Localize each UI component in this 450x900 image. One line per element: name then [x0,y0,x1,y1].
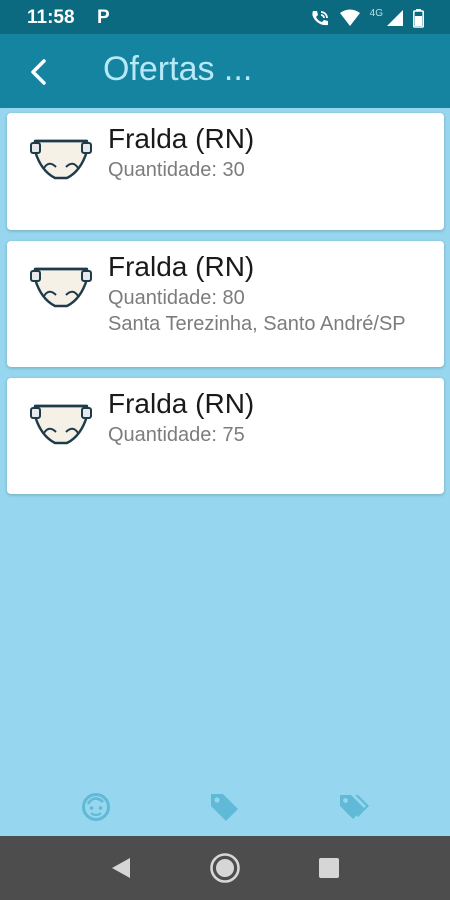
tag-icon [211,794,238,821]
system-home-button[interactable] [209,852,241,889]
status-bar: 11:58 P 4G [0,0,450,34]
offer-title: Fralda (RN) [108,251,255,282]
status-time: 11:58 [27,7,75,28]
app-bar: Ofertas ... [0,34,450,108]
offer-quantity: Quantidade: 30 [108,159,245,181]
offer-card[interactable]: Fralda (RN) Quantidade: 30 [7,113,444,230]
offer-card[interactable]: Fralda (RN) Quantidade: 75 [7,378,444,494]
bottom-navigation [0,780,450,834]
nav-offers-button[interactable] [207,790,241,824]
wifi-calling-icon [311,11,328,26]
diaper-icon [30,404,92,445]
back-arrow-icon [31,59,46,85]
tags-icon [340,795,369,819]
back-button[interactable] [22,54,58,90]
wifi-icon [339,9,360,26]
offer-title: Fralda (RN) [108,388,255,419]
offer-card[interactable]: Fralda (RN) Quantidade: 80 Santa Terezin… [7,241,444,367]
triangle-back-icon [112,858,130,878]
signal-icon [387,10,403,26]
status-icons: 4G [310,7,424,29]
baby-face-icon [82,793,110,821]
nav-baby-button[interactable] [79,790,113,824]
network-type: 4G [369,7,383,19]
system-navigation-bar [0,836,450,900]
parking-notification-icon: P [97,7,110,28]
offer-quantity: Quantidade: 75 [108,424,245,446]
battery-icon [413,8,424,28]
diaper-icon [30,139,92,180]
diaper-icon [30,267,92,308]
system-back-button[interactable] [110,856,132,885]
page-title: Ofertas ... [103,50,253,88]
recents-square-icon [319,858,339,878]
nav-tags-button[interactable] [337,790,371,824]
system-recents-button[interactable] [318,857,340,884]
offer-title: Fralda (RN) [108,123,255,154]
offer-location: Santa Terezinha, Santo André/SP [108,313,406,335]
offer-quantity: Quantidade: 80 [108,287,245,309]
home-circle-icon [210,853,240,883]
